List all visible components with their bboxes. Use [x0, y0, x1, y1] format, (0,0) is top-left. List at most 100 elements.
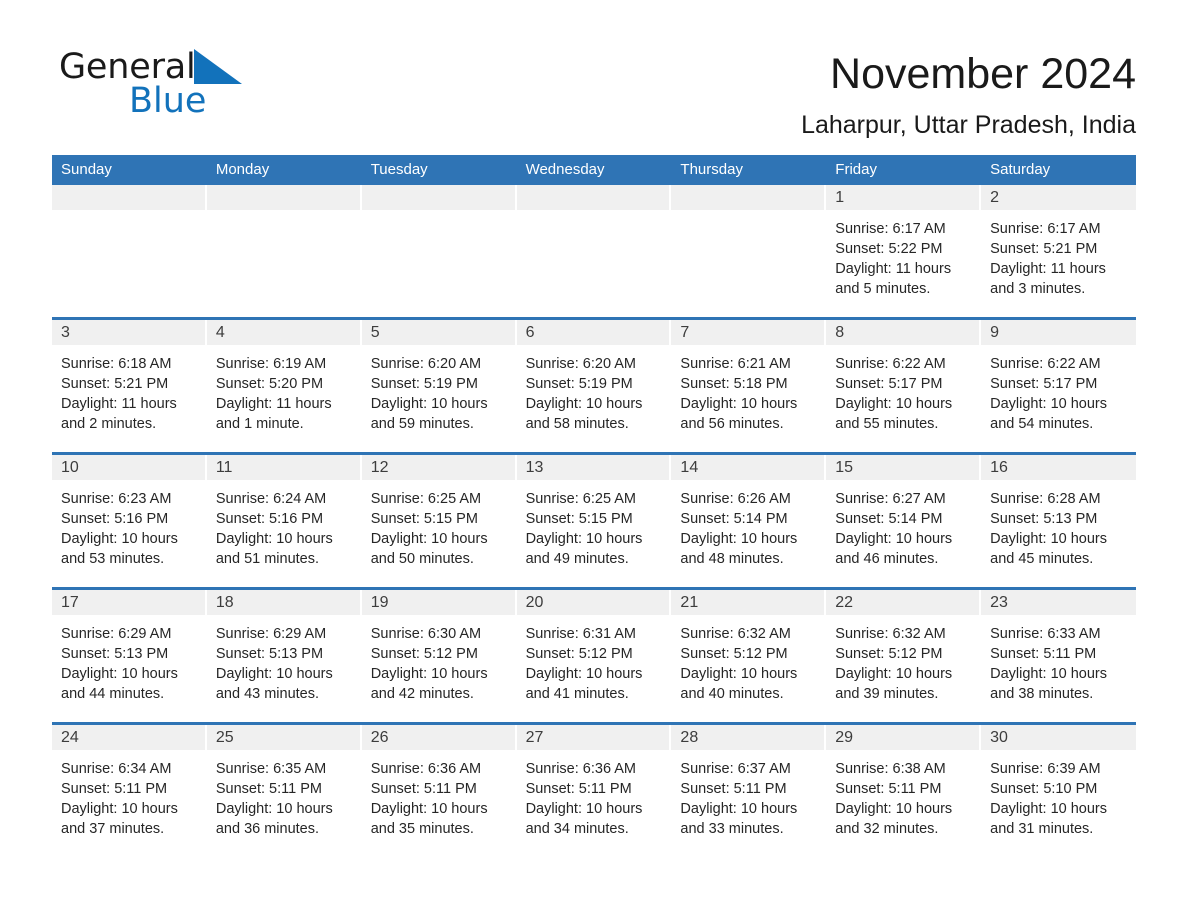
day-cell[interactable]: 9 Sunrise: 6:22 AM Sunset: 5:17 PM Daylight… — [981, 320, 1136, 452]
day-cell[interactable]: 30 Sunrise: 6:39 AM Sunset: 5:10 PM Dayligh… — [981, 725, 1136, 857]
sunrise-text: Sunrise: 6:19 AM — [215, 356, 327, 372]
day-cell[interactable]: 14 Sunrise: 6:26 AM Sunset: 5:14 PM Dayligh… — [671, 455, 827, 587]
day-number-band — [361, 185, 517, 210]
day-details: Sunrise: 6:38 AM Sunset: 5:11 PM Daylight:… — [826, 750, 981, 839]
day-cell[interactable]: 16 Sunrise: 6:28 AM Sunset: 5:13 PM Dayligh… — [981, 455, 1136, 587]
day-cell[interactable]: 8 Sunrise: 6:22 AM Sunset: 5:17 PM Daylight… — [826, 320, 982, 452]
day-cell[interactable]: 15 Sunrise: 6:27 AM Sunset: 5:14 PM Dayligh… — [826, 455, 982, 587]
day-number-band: 12 — [361, 455, 517, 480]
day-cell[interactable]: 17 Sunrise: 6:29 AM Sunset: 5:13 PM Dayligh… — [52, 590, 207, 722]
daylight-text: Daylight: 10 hours and 56 minutes. — [680, 396, 798, 432]
day-cell[interactable]: 7 Sunrise: 6:21 AM Sunset: 5:18 PM Daylight… — [671, 320, 827, 452]
day-details: Sunrise: 6:26 AM Sunset: 5:14 PM Daylight:… — [671, 480, 826, 569]
calendar-week-row: 24 Sunrise: 6:34 AM Sunset: 5:11 PM Dayligh… — [52, 722, 1136, 857]
day-number-band: 1 — [826, 185, 982, 210]
day-details: Sunrise: 6:25 AM Sunset: 5:15 PM Daylight:… — [362, 480, 517, 569]
day-number: 15 — [835, 459, 854, 476]
sunset-text: Sunset: 5:20 PM — [215, 376, 324, 392]
sunrise-text: Sunrise: 6:39 AM — [990, 761, 1101, 777]
day-cell[interactable]: 13 Sunrise: 6:25 AM Sunset: 5:15 PM Dayligh… — [516, 455, 672, 587]
sunrise-text: Sunrise: 6:22 AM — [990, 356, 1101, 372]
day-number: 11 — [215, 459, 233, 476]
sunrise-text: Sunrise: 6:29 AM — [61, 626, 172, 642]
day-cell[interactable]: 27 Sunrise: 6:36 AM Sunset: 5:11 PM Dayligh… — [516, 725, 672, 857]
day-cell[interactable]: 25 Sunrise: 6:35 AM Sunset: 5:11 PM Dayligh… — [206, 725, 362, 857]
day-details: Sunrise: 6:34 AM Sunset: 5:11 PM Daylight:… — [52, 750, 207, 839]
day-details: Sunrise: 6:21 AM Sunset: 5:18 PM Daylight:… — [671, 345, 826, 434]
day-number-band: 13 — [516, 455, 672, 480]
sunset-text: Sunset: 5:19 PM — [370, 376, 478, 392]
general-blue-logo[interactable]: General Blue — [52, 46, 252, 126]
day-details: Sunrise: 6:18 AM Sunset: 5:21 PM Daylight:… — [52, 345, 207, 434]
calendar-week-row: 10 Sunrise: 6:23 AM Sunset: 5:16 PM Dayligh… — [52, 452, 1136, 587]
sunset-text: Sunset: 5:15 PM — [370, 511, 478, 527]
day-details — [517, 210, 672, 219]
day-number: 4 — [215, 324, 225, 341]
daylight-text: Daylight: 10 hours and 51 minutes. — [215, 531, 333, 567]
day-number-band — [206, 185, 362, 210]
day-number-band — [516, 185, 672, 210]
day-number-band: 21 — [671, 590, 827, 615]
weekday-header-sunday: Sunday — [61, 161, 112, 178]
day-cell[interactable]: 29 Sunrise: 6:38 AM Sunset: 5:11 PM Dayligh… — [826, 725, 982, 857]
day-details: Sunrise: 6:37 AM Sunset: 5:11 PM Daylight:… — [671, 750, 826, 839]
day-cell[interactable]: 2 Sunrise: 6:17 AM Sunset: 5:21 PM Daylight… — [981, 185, 1136, 317]
day-details: Sunrise: 6:17 AM Sunset: 5:22 PM Daylight:… — [826, 210, 981, 299]
sunrise-text: Sunrise: 6:20 AM — [525, 356, 636, 372]
day-cell[interactable]: 11 Sunrise: 6:24 AM Sunset: 5:16 PM Dayligh… — [206, 455, 362, 587]
day-cell[interactable]: 1 Sunrise: 6:17 AM Sunset: 5:22 PM Daylight… — [826, 185, 982, 317]
sunrise-text: Sunrise: 6:28 AM — [990, 491, 1101, 507]
daylight-text: Daylight: 10 hours and 55 minutes. — [835, 396, 953, 432]
day-cell-empty — [206, 185, 362, 317]
day-cell[interactable]: 23 Sunrise: 6:33 AM Sunset: 5:11 PM Dayligh… — [981, 590, 1136, 722]
weekday-header-monday: Monday — [215, 161, 270, 178]
daylight-text: Daylight: 10 hours and 46 minutes. — [835, 531, 953, 567]
day-number-band: 23 — [981, 590, 1136, 615]
day-details: Sunrise: 6:20 AM Sunset: 5:19 PM Daylight:… — [362, 345, 517, 434]
day-number: 18 — [215, 594, 234, 611]
day-number-band: 22 — [826, 590, 982, 615]
day-number-band: 17 — [52, 590, 207, 615]
sunrise-text: Sunrise: 6:29 AM — [215, 626, 327, 642]
day-cell[interactable]: 19 Sunrise: 6:30 AM Sunset: 5:12 PM Dayligh… — [361, 590, 517, 722]
day-cell[interactable]: 3 Sunrise: 6:18 AM Sunset: 5:21 PM Daylight… — [52, 320, 207, 452]
day-cell[interactable]: 28 Sunrise: 6:37 AM Sunset: 5:11 PM Dayligh… — [671, 725, 827, 857]
day-cell[interactable]: 5 Sunrise: 6:20 AM Sunset: 5:19 PM Daylight… — [361, 320, 517, 452]
day-details: Sunrise: 6:17 AM Sunset: 5:21 PM Daylight:… — [981, 210, 1136, 299]
daylight-text: Daylight: 10 hours and 54 minutes. — [990, 396, 1108, 432]
day-details: Sunrise: 6:20 AM Sunset: 5:19 PM Daylight:… — [517, 345, 672, 434]
day-cell[interactable]: 12 Sunrise: 6:25 AM Sunset: 5:15 PM Dayligh… — [361, 455, 517, 587]
day-cell[interactable]: 6 Sunrise: 6:20 AM Sunset: 5:19 PM Daylight… — [516, 320, 672, 452]
day-cell[interactable]: 10 Sunrise: 6:23 AM Sunset: 5:16 PM Dayligh… — [52, 455, 207, 587]
day-cell[interactable]: 20 Sunrise: 6:31 AM Sunset: 5:12 PM Dayligh… — [516, 590, 672, 722]
sunrise-text: Sunrise: 6:27 AM — [835, 491, 946, 507]
weekday-header-saturday: Saturday — [990, 161, 1051, 178]
day-number: 13 — [525, 459, 544, 476]
day-cell[interactable]: 4 Sunrise: 6:19 AM Sunset: 5:20 PM Daylight… — [206, 320, 362, 452]
day-cell[interactable]: 21 Sunrise: 6:32 AM Sunset: 5:12 PM Dayligh… — [671, 590, 827, 722]
daylight-text: Daylight: 10 hours and 31 minutes. — [990, 801, 1108, 837]
logo-triangle-icon — [193, 49, 242, 84]
sunrise-text: Sunrise: 6:36 AM — [525, 761, 636, 777]
daylight-text: Daylight: 10 hours and 39 minutes. — [835, 666, 953, 702]
sunrise-text: Sunrise: 6:35 AM — [215, 761, 327, 777]
location-subtitle: Laharpur, Uttar Pradesh, India — [801, 111, 1136, 139]
day-details: Sunrise: 6:39 AM Sunset: 5:10 PM Daylight:… — [981, 750, 1136, 839]
daylight-text: Daylight: 10 hours and 49 minutes. — [525, 531, 643, 567]
day-cell[interactable]: 26 Sunrise: 6:36 AM Sunset: 5:11 PM Dayligh… — [361, 725, 517, 857]
sunset-text: Sunset: 5:11 PM — [990, 646, 1097, 662]
daylight-text: Daylight: 10 hours and 32 minutes. — [835, 801, 953, 837]
day-cell[interactable]: 22 Sunrise: 6:32 AM Sunset: 5:12 PM Dayligh… — [826, 590, 982, 722]
day-details: Sunrise: 6:29 AM Sunset: 5:13 PM Daylight:… — [52, 615, 207, 704]
day-cell[interactable]: 18 Sunrise: 6:29 AM Sunset: 5:13 PM Dayligh… — [206, 590, 362, 722]
sunset-text: Sunset: 5:11 PM — [370, 781, 477, 797]
day-number-band: 30 — [981, 725, 1136, 750]
sunrise-text: Sunrise: 6:33 AM — [990, 626, 1101, 642]
day-number-band: 26 — [361, 725, 517, 750]
sunset-text: Sunset: 5:12 PM — [525, 646, 633, 662]
day-cell[interactable]: 24 Sunrise: 6:34 AM Sunset: 5:11 PM Dayligh… — [52, 725, 207, 857]
day-details — [52, 210, 207, 219]
page-title: November 2024 — [830, 50, 1136, 98]
day-details: Sunrise: 6:35 AM Sunset: 5:11 PM Daylight:… — [207, 750, 362, 839]
sunset-text: Sunset: 5:18 PM — [680, 376, 788, 392]
